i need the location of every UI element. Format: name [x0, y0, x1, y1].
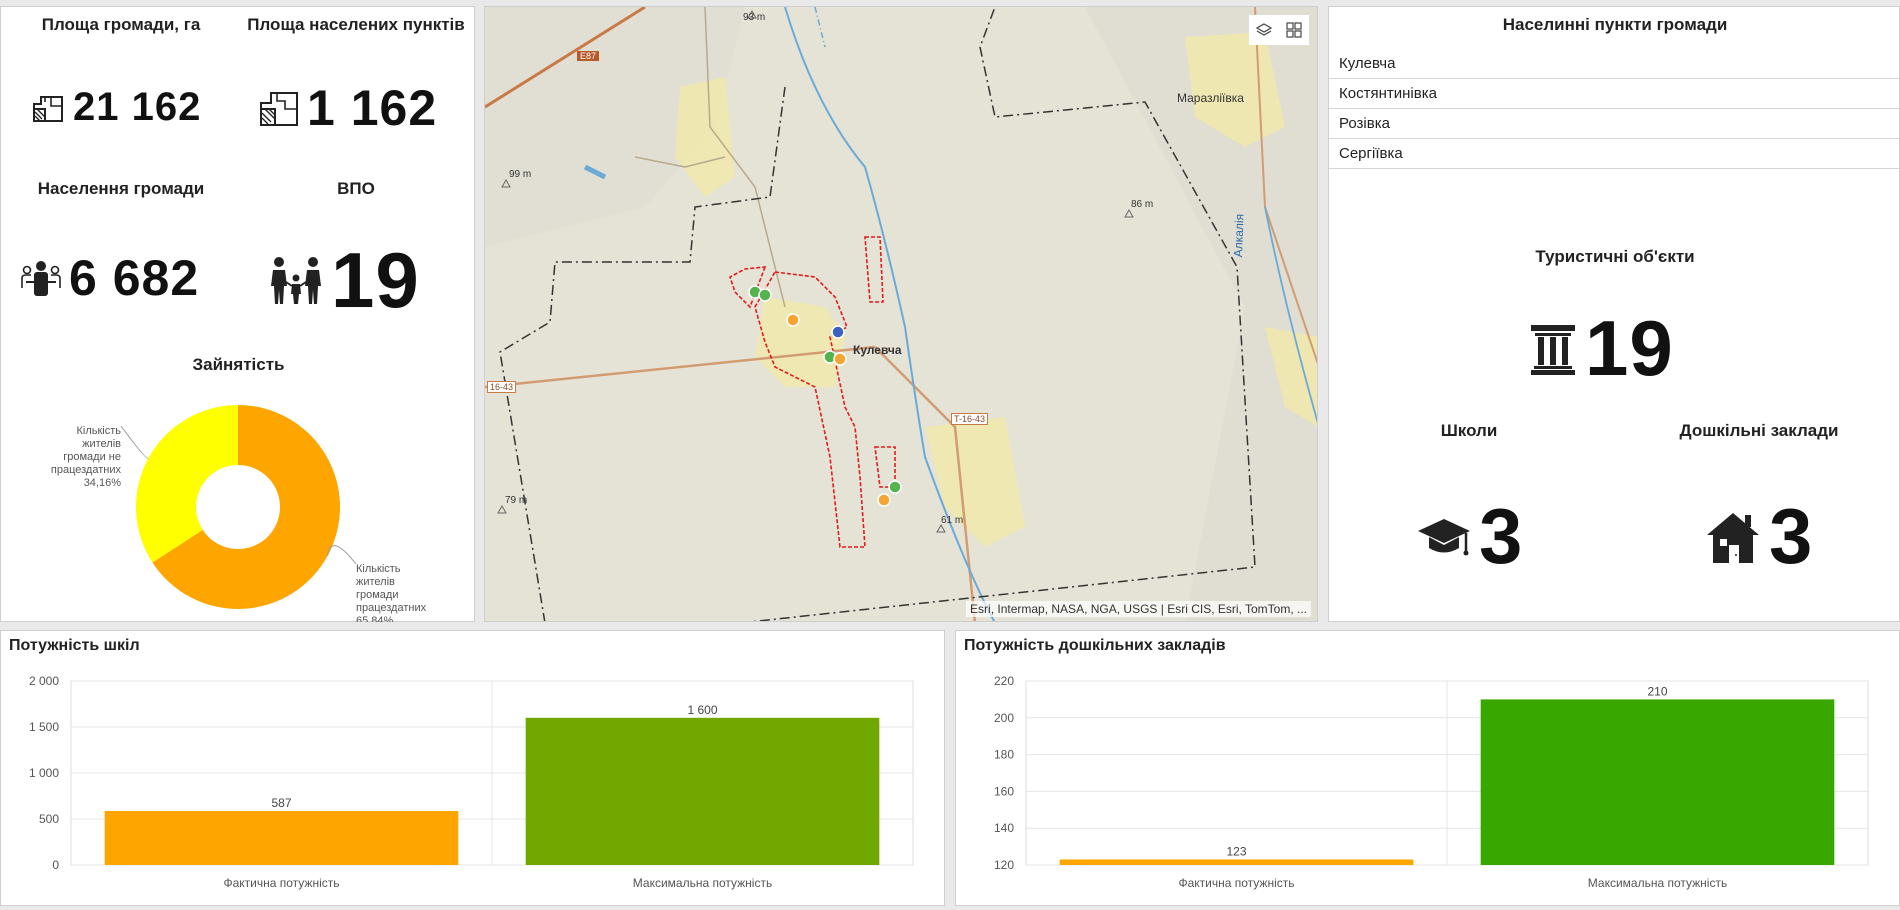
map-road-shield-t-16-43: T-16-43	[951, 413, 989, 425]
employment-donut-chart: Кількість жителів громади працездатних 65,84…	[51, 405, 427, 622]
schools-title: Школи	[1440, 421, 1498, 440]
layers-button[interactable]	[1249, 15, 1279, 45]
y-tick-label: 500	[39, 812, 59, 826]
settlement-area-icon	[260, 92, 298, 126]
schools-capacity-bar-chart: 0 500 1 000 1 500 2 000 587 Фактична потужніст…	[29, 674, 914, 890]
bar-value-label: 1 600	[687, 703, 717, 717]
y-tick-label: 160	[994, 784, 1014, 798]
bar-value-label: 210	[1647, 684, 1667, 698]
map-height-93: 93 m	[743, 12, 766, 23]
map-road-shield-16-43: 16-43	[487, 381, 517, 393]
y-tick-label: 2 000	[29, 674, 59, 688]
x-tick-label: Фактична потужність	[1178, 876, 1294, 890]
area-value: 21 162	[31, 85, 201, 130]
map-road-shield-e87: E87	[577, 51, 600, 61]
x-tick-label: Максимальна потужність	[633, 876, 772, 890]
bar-value-label: 587	[271, 796, 291, 810]
map-label-village: Маразліївка	[1177, 91, 1244, 105]
map-height-99: 99 m	[509, 169, 532, 180]
settlements-panel: Населинні пункти громади Кулевча Костянт…	[1328, 6, 1900, 622]
people-meeting-icon	[21, 261, 61, 296]
population-value: 6 682	[21, 249, 199, 307]
donut-leader-line	[327, 545, 357, 565]
preschools-capacity-bar-chart: 120 140 160 180 200 220 123 Фактична потужність…	[994, 674, 1869, 890]
settlements-list-title: Населинні пункти громади	[1502, 15, 1728, 34]
settlements-area-value: 1 162	[259, 79, 437, 137]
idp-title: ВПО	[337, 179, 375, 198]
x-tick-label: Максимальна потужність	[1588, 876, 1727, 890]
population-title: Населення громади	[37, 179, 205, 198]
y-tick-label: 1 000	[29, 766, 59, 780]
poi-marker[interactable]	[833, 352, 847, 366]
preschools-value: 3	[1705, 491, 1813, 582]
x-tick-label: Фактична потужність	[223, 876, 339, 890]
idp-value: 19	[269, 235, 420, 326]
bar[interactable]	[1059, 859, 1414, 865]
house-icon	[1707, 512, 1759, 563]
y-tick-label: 0	[52, 858, 59, 872]
poi-marker[interactable]	[877, 493, 891, 507]
schools-value: 3	[1417, 491, 1523, 582]
donut-slice-label: Кількість жителів громади працездатних 65,84…	[356, 563, 427, 622]
settlements-area-title: Площа населених пунктів	[247, 15, 465, 34]
area-number: 21 162	[73, 85, 202, 129]
donut-leader-line	[120, 425, 149, 459]
bar[interactable]	[104, 810, 459, 865]
schools-chart-panel: Потужність шкіл 0 500 1 000 1 500 2 000 587 Фа…	[0, 630, 945, 906]
y-tick-label: 1 500	[29, 720, 59, 734]
list-item[interactable]: Костянтинівка	[1329, 79, 1899, 109]
list-item[interactable]: Розівка	[1329, 109, 1899, 139]
preschools-chart-title: Потужність дошкільних закладів	[964, 637, 1226, 654]
poi-marker[interactable]	[786, 313, 800, 327]
schools-number: 3	[1479, 492, 1524, 580]
population-number: 6 682	[69, 250, 200, 306]
idp-number: 19	[331, 236, 420, 324]
tourism-title: Туристичні об'єкти	[1535, 247, 1695, 266]
museum-icon	[1531, 324, 1575, 375]
family-icon	[271, 256, 321, 304]
stats-panel: Площа громади, га Площа населених пункті…	[0, 6, 475, 622]
settlements-list: Кулевча Костянтинівка Розівка Сергіївка	[1329, 49, 1899, 169]
bar[interactable]	[525, 717, 880, 865]
poi-marker[interactable]	[888, 480, 902, 494]
preschools-chart-panel: Потужність дошкільних закладів 120 140 160…	[955, 630, 1900, 906]
y-tick-label: 140	[994, 821, 1014, 835]
poi-marker[interactable]	[758, 288, 772, 302]
basemap-gallery-button[interactable]	[1279, 15, 1309, 45]
tourism-number: 19	[1585, 304, 1674, 392]
y-tick-label: 220	[994, 674, 1014, 688]
area-icon	[33, 95, 63, 122]
area-title: Площа громади, га	[41, 15, 201, 34]
map-height-86: 86 m	[1131, 199, 1154, 210]
y-tick-label: 120	[994, 858, 1014, 872]
graduation-cap-icon	[1418, 518, 1470, 555]
y-tick-label: 180	[994, 748, 1014, 762]
map-label-town: Кулевча	[853, 343, 902, 357]
preschools-number: 3	[1769, 492, 1814, 580]
donut-slice[interactable]	[135, 405, 238, 563]
settlements-area-number: 1 162	[307, 80, 438, 136]
layers-icon	[1256, 23, 1272, 36]
preschools-title: Дошкільні заклади	[1679, 421, 1839, 440]
poi-marker[interactable]	[831, 325, 845, 339]
y-tick-label: 200	[994, 711, 1014, 725]
bar[interactable]	[1480, 699, 1835, 865]
map-attribution[interactable]: Esri, Intermap, NASA, NGA, USGS | Esri C…	[966, 601, 1311, 617]
map-height-61: 61 m	[941, 515, 964, 526]
list-item[interactable]: Сергіївка	[1329, 139, 1899, 169]
map-label-river: Алкалія	[1231, 213, 1247, 258]
schools-chart-title: Потужність шкіл	[9, 637, 140, 654]
map-panel[interactable]: Кулевча Маразліївка Алкалія E87 16-43 T-…	[484, 6, 1318, 622]
list-item[interactable]: Кулевча	[1329, 49, 1899, 79]
donut-slice-label: Кількість жителів громади не працездатних 34…	[51, 425, 122, 489]
map-height-79: 79 m	[505, 495, 528, 506]
tourism-value: 19	[1529, 303, 1674, 394]
basemap-gallery-icon	[1286, 22, 1302, 38]
bar-value-label: 123	[1226, 844, 1246, 858]
